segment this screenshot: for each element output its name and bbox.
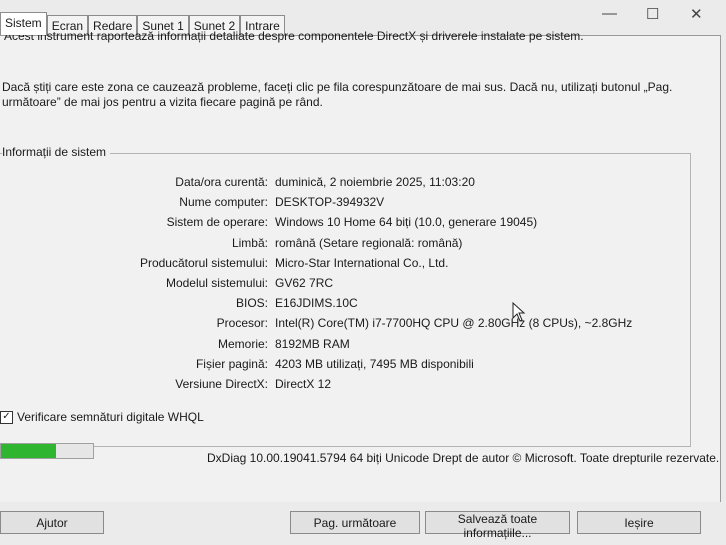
info-value: E16JDIMS.10C (275, 296, 358, 311)
info-row-os: Sistem de operare: Windows 10 Home 64 bi… (0, 215, 690, 235)
info-row-manufacturer: Producătorul sistemului: Micro-Star Inte… (0, 256, 690, 276)
minimize-icon[interactable]: — (602, 5, 617, 22)
whql-check-option[interactable]: ✓ Verificare semnături digitale WHQL (0, 410, 204, 424)
info-value: 8192MB RAM (275, 336, 350, 351)
info-label: Data/ora curentă: (175, 175, 268, 189)
info-value: română (Setare regională: română) (275, 235, 463, 250)
info-row-language: Limbă: română (Setare regională: română) (0, 236, 690, 256)
info-row-processor: Procesor: Intel(R) Core(TM) i7-7700HQ CP… (0, 316, 690, 336)
info-label: Nume computer: (179, 195, 268, 210)
whql-checkbox[interactable]: ✓ (0, 410, 13, 424)
next-page-button[interactable]: Pag. următoare (290, 511, 420, 534)
system-info-title: Informații de sistem (2, 145, 111, 159)
info-value: DirectX 12 (275, 376, 332, 391)
info-row-computer-name: Nume computer: DESKTOP-394932V (0, 195, 690, 215)
tab-sistem[interactable]: Sistem (0, 12, 47, 35)
intro-description: Acest instrument raportează informații d… (4, 29, 584, 43)
info-label: Limbă: (231, 235, 268, 250)
info-row-page-file: Fișier pagină: 4203 MB utilizați, 7495 M… (0, 357, 690, 377)
info-label: Procesor: (216, 316, 268, 331)
maximize-icon[interactable]: ☐ (646, 5, 659, 23)
progress-fill (1, 444, 57, 458)
progress-bar (0, 443, 94, 459)
info-label: Memorie: (217, 336, 268, 351)
info-row-model: Modelul sistemului: GV62 7RC (0, 276, 690, 296)
info-label: Sistem de operare: (166, 215, 268, 230)
whql-label: Verificare semnături digitale WHQL (17, 410, 204, 424)
help-button[interactable]: Ajutor (0, 511, 104, 534)
info-row-memory: Memorie: 8192MB RAM (0, 337, 690, 357)
save-all-info-button[interactable]: Salvează toate informațiile... (425, 511, 570, 540)
info-label: Fișier pagină: (195, 356, 268, 371)
info-row-datetime: Data/ora curentă: duminică, 2 noiembrie … (0, 175, 690, 195)
info-label: BIOS: (235, 296, 268, 311)
exit-button[interactable]: Ieșire (577, 511, 701, 534)
info-value: Intel(R) Core(TM) i7-7700HQ CPU @ 2.80GH… (275, 316, 633, 331)
info-value: DESKTOP-394932V (275, 195, 385, 210)
close-icon[interactable]: ✕ (690, 5, 703, 23)
info-label: Modelul sistemului: (165, 275, 268, 290)
info-label: Producătorul sistemului: (139, 255, 268, 270)
info-value: duminică, 2 noiembrie 2025, 11:03:20 (275, 175, 475, 189)
system-info-rows: Data/ora curentă: duminică, 2 noiembrie … (0, 175, 690, 397)
info-value: Micro-Star International Co., Ltd. (275, 255, 449, 270)
info-value: 4203 MB utilizați, 7495 MB disponibili (275, 356, 474, 371)
intro-instructions: Dacă știți care este zona ce cauzează pr… (2, 80, 673, 109)
info-row-directx: Versiune DirectX: DirectX 12 (0, 377, 690, 397)
version-copyright: DxDiag 10.00.19041.5794 64 biți Unicode … (207, 451, 720, 465)
info-label: Versiune DirectX: (175, 376, 268, 391)
mouse-pointer-icon (512, 302, 526, 322)
info-value: Windows 10 Home 64 biți (10.0, generare … (275, 215, 538, 230)
info-value: GV62 7RC (275, 275, 334, 290)
info-row-bios: BIOS: E16JDIMS.10C (0, 296, 690, 316)
